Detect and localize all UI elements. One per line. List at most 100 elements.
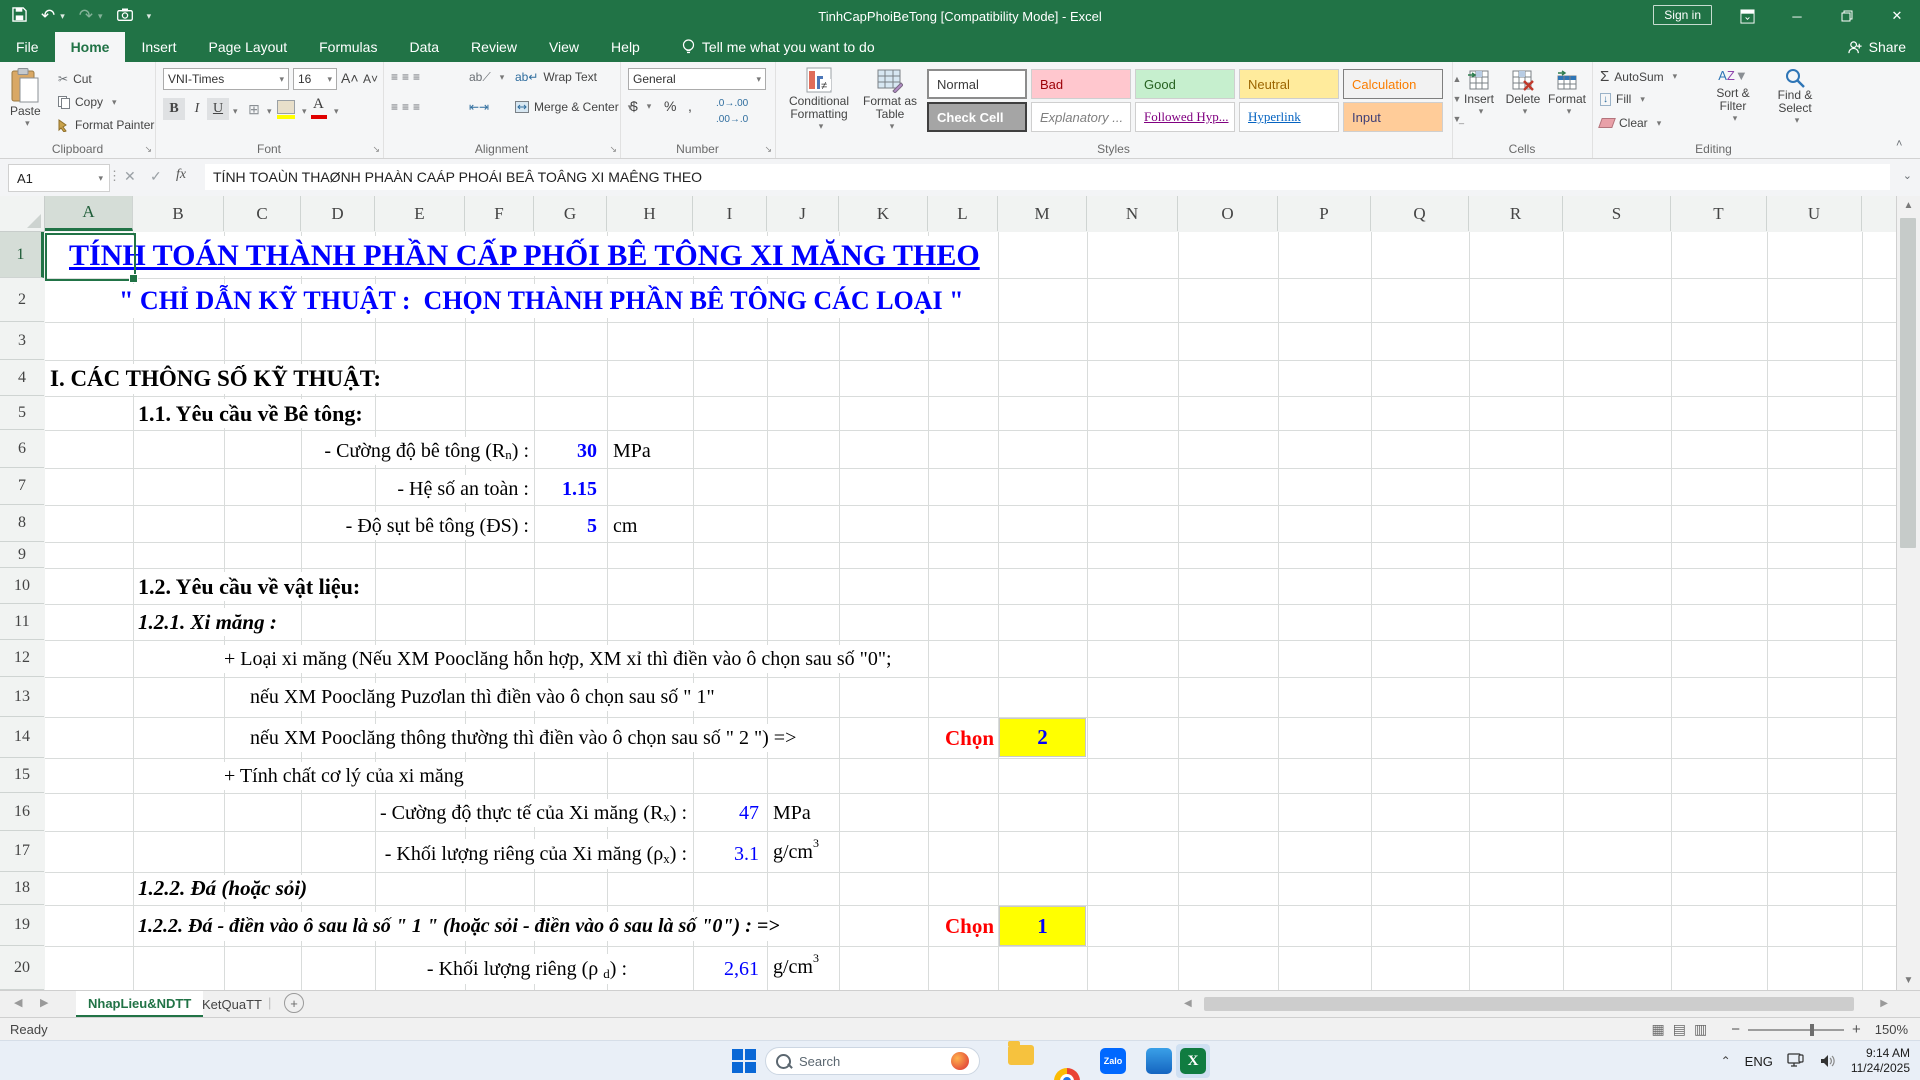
horizontal-align-icons[interactable]: ≡≡≡ bbox=[391, 100, 424, 114]
fill-button[interactable]: ↓Fill▾ bbox=[1600, 92, 1645, 106]
expand-formula-bar-icon[interactable]: ⌄ bbox=[1903, 169, 1912, 182]
row-header[interactable]: 1 bbox=[0, 232, 44, 278]
sign-in-button[interactable]: Sign in bbox=[1653, 5, 1712, 25]
column-header[interactable]: P bbox=[1278, 196, 1371, 231]
find-select-button[interactable]: Find & Select▾ bbox=[1766, 68, 1824, 126]
row-header[interactable]: 3 bbox=[0, 322, 44, 360]
comma-style-icon[interactable]: , bbox=[688, 98, 692, 114]
formula-input[interactable]: TÍNH TOAÙN THAØNH PHAÀN CAÁP PHOÁI BEÂ T… bbox=[205, 164, 1890, 190]
row-header[interactable]: 4 bbox=[0, 360, 44, 396]
column-header[interactable]: H bbox=[607, 196, 693, 231]
underline-button[interactable]: U bbox=[207, 98, 229, 120]
conditional-formatting-button[interactable]: ≠ Conditional Formatting▾ bbox=[783, 67, 855, 132]
fill-color-icon[interactable] bbox=[277, 100, 295, 114]
zalo-icon[interactable]: Zalo bbox=[1100, 1048, 1126, 1074]
sheet-nav-right-icon[interactable]: ▶ bbox=[40, 996, 48, 1009]
tab-home[interactable]: Home bbox=[55, 32, 126, 62]
indent-icons[interactable]: ⇤⇥ bbox=[469, 100, 489, 114]
tab-insert[interactable]: Insert bbox=[125, 32, 192, 62]
zoom-slider[interactable] bbox=[1748, 1029, 1844, 1031]
column-header[interactable]: I bbox=[693, 196, 767, 231]
row-header[interactable]: 13 bbox=[0, 677, 44, 717]
tab-file[interactable]: File bbox=[0, 32, 55, 62]
orientation-icon[interactable]: ab⟋▾ bbox=[469, 70, 504, 85]
column-header[interactable]: N bbox=[1087, 196, 1178, 231]
clear-button[interactable]: Clear▾ bbox=[1600, 116, 1661, 130]
format-painter-button[interactable]: Format Painter bbox=[58, 118, 154, 132]
enter-icon[interactable]: ✓ bbox=[150, 168, 162, 185]
clipboard-dialog-launcher-icon[interactable]: ↘ bbox=[144, 144, 152, 155]
shrink-font-icon[interactable]: A˅ bbox=[363, 72, 378, 86]
tray-chevron-icon[interactable]: ⌃ bbox=[1721, 1054, 1731, 1068]
row6-value[interactable]: 30 bbox=[574, 437, 600, 465]
tell-me-box[interactable]: Tell me what you want to do bbox=[682, 32, 875, 62]
italic-button[interactable]: I bbox=[186, 98, 208, 120]
share-button[interactable]: Share bbox=[1848, 32, 1906, 62]
column-header[interactable]: S bbox=[1563, 196, 1671, 231]
style-calculation[interactable]: Calculation bbox=[1343, 69, 1443, 99]
view-shortcut-icons[interactable]: ▦▤▥ bbox=[1652, 1021, 1716, 1038]
number-format-select[interactable]: General▾ bbox=[628, 68, 766, 90]
row7-value[interactable]: 1.15 bbox=[559, 475, 600, 503]
worksheet-grid[interactable] bbox=[45, 232, 1897, 990]
tab-review[interactable]: Review bbox=[455, 32, 533, 62]
row-header[interactable]: 9 bbox=[0, 542, 44, 568]
column-header[interactable]: B bbox=[133, 196, 224, 231]
accounting-format-icon[interactable]: $▾ bbox=[630, 98, 651, 114]
bold-button[interactable]: B bbox=[163, 98, 185, 120]
language-indicator[interactable]: ENG bbox=[1745, 1054, 1773, 1069]
row-header[interactable]: 20 bbox=[0, 946, 44, 990]
row-header[interactable]: 2 bbox=[0, 278, 44, 322]
row-header[interactable]: 16 bbox=[0, 793, 44, 831]
row-header[interactable]: 5 bbox=[0, 396, 44, 430]
hscroll-right-icon[interactable]: ▶ bbox=[1880, 998, 1888, 1009]
column-header[interactable]: M bbox=[998, 196, 1087, 231]
sheet-tab-ketquatt[interactable]: KetQuaTT bbox=[190, 991, 274, 1017]
hscroll-left-icon[interactable]: ◀ bbox=[1184, 998, 1192, 1009]
column-header[interactable]: L bbox=[928, 196, 998, 231]
percent-style-icon[interactable]: % bbox=[664, 98, 676, 114]
paste-button[interactable]: Paste▾ bbox=[10, 68, 41, 129]
row-header[interactable]: 6 bbox=[0, 430, 44, 468]
column-header[interactable]: F bbox=[465, 196, 534, 231]
scroll-up-icon[interactable]: ▲ bbox=[1897, 200, 1920, 211]
cut-button[interactable]: ✂Cut bbox=[58, 72, 92, 86]
column-header[interactable]: T bbox=[1671, 196, 1767, 231]
increase-decimal-icon[interactable]: .0→.00 bbox=[716, 98, 748, 109]
column-header[interactable]: U bbox=[1767, 196, 1862, 231]
close-button[interactable]: ✕ bbox=[1874, 0, 1920, 32]
tab-data[interactable]: Data bbox=[393, 32, 455, 62]
horizontal-scrollbar[interactable]: ◀ ▶ bbox=[1180, 995, 1892, 1013]
decrease-decimal-icon[interactable]: .00→.0 bbox=[716, 114, 748, 125]
row-header[interactable]: 11 bbox=[0, 604, 44, 640]
insert-cells-button[interactable]: Insert▾ bbox=[1458, 68, 1500, 117]
merge-center-button[interactable]: Merge & Center▾ bbox=[515, 100, 632, 114]
new-sheet-icon[interactable]: + bbox=[284, 993, 304, 1013]
insert-function-icon[interactable]: fx bbox=[176, 167, 186, 183]
style-input[interactable]: Input bbox=[1343, 102, 1443, 132]
underline-dropdown-icon[interactable]: ▾ bbox=[233, 106, 238, 117]
row-header[interactable]: 18 bbox=[0, 872, 44, 905]
style-check-cell[interactable]: Check Cell bbox=[927, 102, 1027, 132]
row-header[interactable]: 19 bbox=[0, 905, 44, 946]
zoom-level[interactable]: 150% bbox=[1875, 1022, 1908, 1037]
row20-value[interactable]: 2,61 bbox=[721, 954, 762, 984]
style-explanatory[interactable]: Explanatory ... bbox=[1031, 102, 1131, 132]
borders-dropdown-icon[interactable]: ▾ bbox=[267, 106, 272, 117]
column-header[interactable]: C bbox=[224, 196, 301, 231]
start-button[interactable] bbox=[732, 1049, 758, 1075]
style-bad[interactable]: Bad bbox=[1031, 69, 1131, 99]
zoom-out-icon[interactable]: − bbox=[1731, 1021, 1740, 1038]
zoom-slider-thumb[interactable] bbox=[1810, 1024, 1814, 1036]
collapse-ribbon-icon[interactable]: ˄ bbox=[1896, 138, 1902, 150]
format-cells-button[interactable]: Format▾ bbox=[1546, 68, 1588, 117]
format-as-table-button[interactable]: Format as Table▾ bbox=[859, 67, 921, 132]
select-all-corner[interactable] bbox=[0, 196, 45, 232]
column-header[interactable]: Q bbox=[1371, 196, 1469, 231]
blue-app-icon[interactable] bbox=[1146, 1048, 1172, 1074]
chrome-icon[interactable] bbox=[1054, 1068, 1080, 1080]
fill-color-dropdown-icon[interactable]: ▾ bbox=[302, 106, 307, 117]
font-size-select[interactable]: 16▾ bbox=[293, 68, 337, 90]
network-icon[interactable] bbox=[1787, 1053, 1805, 1069]
style-neutral[interactable]: Neutral bbox=[1239, 69, 1339, 99]
